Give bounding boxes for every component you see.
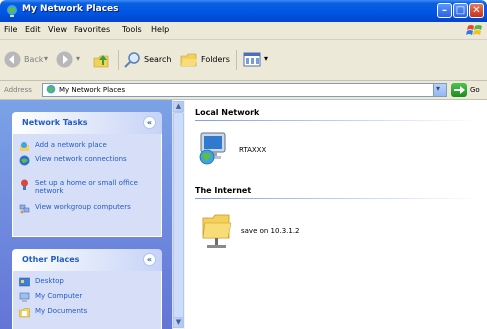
menu-tools[interactable]: Tools [122, 25, 142, 34]
my-computer-icon [19, 292, 30, 302]
place-label: My Documents [35, 307, 88, 315]
task-label: Add a network place [35, 141, 107, 149]
network-tasks-title: Network Tasks [22, 118, 88, 127]
forward-button[interactable]: ▾ [56, 50, 82, 70]
forward-arrow-icon [56, 51, 73, 68]
up-folder-icon[interactable] [93, 51, 111, 71]
other-places-title: Other Places [22, 255, 80, 264]
network-computer-icon [199, 132, 226, 165]
task-label: View workgroup computers [35, 203, 131, 211]
back-dropdown-icon[interactable]: ▾ [44, 54, 48, 63]
go-button[interactable] [451, 83, 467, 97]
other-places-header[interactable]: Other Places « [12, 249, 162, 271]
task-pane-scrollbar[interactable]: ▲ ▼ [172, 100, 185, 329]
search-button[interactable]: Search [124, 50, 174, 70]
close-icon: ✕ [472, 5, 481, 16]
collapse-chevron-icon[interactable]: « [143, 253, 156, 266]
maximize-icon: □ [455, 5, 466, 16]
place-my-computer[interactable]: My Computer [19, 292, 159, 302]
folders-icon [180, 53, 197, 67]
menu-file[interactable]: File [4, 25, 17, 34]
back-label: Back [24, 55, 44, 64]
group-title-local-network: Local Network [195, 108, 260, 117]
back-arrow-icon [4, 51, 21, 68]
scroll-up-icon[interactable]: ▲ [173, 101, 184, 112]
views-icon [243, 52, 261, 67]
network-connections-icon [19, 155, 30, 166]
forward-dropdown-icon[interactable]: ▾ [76, 54, 80, 63]
add-network-place-icon [20, 142, 29, 151]
other-places-body: Desktop My Computer My Documents [12, 271, 162, 329]
task-label: View network connections [35, 155, 127, 163]
menu-view[interactable]: View [48, 25, 67, 34]
task-setup-home-network[interactable]: Set up a home or small office network [19, 179, 159, 199]
network-tasks-panel: Network Tasks « Add a network place View… [12, 112, 162, 237]
minimize-button[interactable]: – [437, 3, 452, 18]
network-folder-icon [202, 214, 232, 248]
menu-bar: File Edit View Favorites Tools Help [0, 22, 487, 40]
group-divider [195, 120, 480, 121]
home-network-icon [21, 179, 28, 190]
network-item-rtaxxx[interactable]: RTAXXX [197, 130, 307, 166]
minimize-icon: – [442, 5, 447, 16]
group-title-the-internet: The Internet [195, 186, 252, 195]
task-add-network-place[interactable]: Add a network place [19, 141, 159, 151]
address-dropdown-button[interactable]: ▾ [433, 84, 446, 96]
other-places-panel: Other Places « Desktop My Computer My Do… [12, 249, 162, 329]
network-tasks-body: Add a network place View network connect… [12, 134, 162, 237]
go-label[interactable]: Go [470, 86, 480, 94]
task-view-workgroup[interactable]: View workgroup computers [19, 203, 159, 223]
toolbar-separator [236, 50, 237, 70]
toolbar-separator [118, 50, 119, 70]
window-title: My Network Places [22, 4, 119, 14]
collapse-chevron-icon[interactable]: « [143, 116, 156, 129]
desktop-icon [19, 277, 30, 287]
search-label: Search [144, 55, 172, 64]
place-label: My Computer [35, 292, 83, 300]
maximize-button[interactable]: □ [453, 3, 468, 18]
explorer-window: My Network Places – □ ✕ File Edit View F… [0, 0, 487, 329]
chevron-down-icon: ▾ [436, 84, 441, 93]
views-dropdown-icon: ▾ [264, 54, 269, 63]
workgroup-icon [19, 204, 30, 214]
toolbar: Back ▾ ▾ Search Folders ▾ [0, 40, 487, 81]
network-tasks-header[interactable]: Network Tasks « [12, 112, 162, 134]
address-label: Address [4, 86, 32, 94]
address-bar: Address My Network Places ▾ Go [0, 81, 487, 100]
task-view-network-connections[interactable]: View network connections [19, 155, 159, 175]
views-button[interactable]: ▾ [243, 50, 273, 70]
task-label: Set up a home or small office network [35, 179, 138, 195]
scrollbar-thumb[interactable] [173, 112, 184, 324]
close-button[interactable]: ✕ [469, 3, 484, 18]
group-divider [195, 198, 480, 199]
place-my-documents[interactable]: My Documents [19, 307, 159, 318]
scroll-down-icon[interactable]: ▼ [173, 317, 184, 328]
place-desktop[interactable]: Desktop [19, 277, 159, 287]
network-places-icon [7, 5, 17, 17]
address-input[interactable]: My Network Places ▾ [42, 83, 447, 97]
title-bar[interactable]: My Network Places – □ ✕ [0, 0, 487, 22]
folders-button[interactable]: Folders [180, 50, 232, 70]
menu-help[interactable]: Help [151, 25, 169, 34]
network-item-label: save on 10.3.1.2 [241, 227, 300, 235]
network-places-icon [46, 84, 56, 94]
windows-logo-icon [466, 25, 482, 35]
task-pane: Network Tasks « Add a network place View… [0, 100, 172, 329]
network-item-save[interactable]: save on 10.3.1.2 [201, 210, 341, 252]
back-button[interactable]: Back ▾ [4, 50, 50, 70]
network-item-label: RTAXXX [239, 146, 267, 154]
menu-edit[interactable]: Edit [25, 25, 41, 34]
address-value: My Network Places [59, 86, 126, 94]
go-arrow-icon [454, 86, 465, 94]
place-label: Desktop [35, 277, 64, 285]
my-documents-icon [19, 308, 30, 318]
search-icon [124, 52, 140, 68]
folders-label: Folders [201, 55, 230, 64]
menu-favorites[interactable]: Favorites [74, 25, 110, 34]
content-pane: Local Network RTAXXX The Internet save o… [185, 100, 487, 329]
